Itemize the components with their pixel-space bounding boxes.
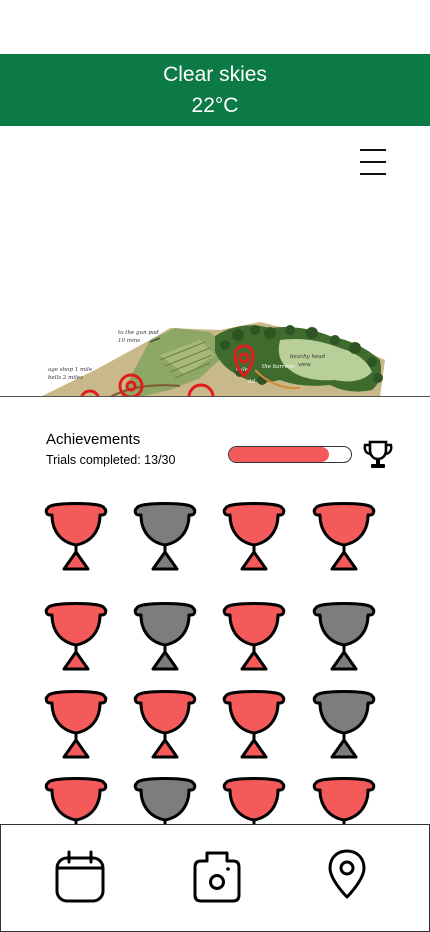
achievement-cup-locked-icon[interactable] <box>310 688 378 762</box>
achievement-cup-earned-icon[interactable] <box>42 775 110 827</box>
menu-line <box>360 161 386 163</box>
achievement-cup-locked-icon[interactable] <box>310 600 378 674</box>
achievement-cup-earned-icon[interactable] <box>220 600 288 674</box>
map-preview[interactable]: to the gun pad 10 mins age shop 1 mile b… <box>0 300 430 397</box>
achievement-cup-earned-icon[interactable] <box>42 600 110 674</box>
map-label: bells 2 miles <box>48 375 83 381</box>
menu-line <box>360 149 386 151</box>
map-label: to the gun pad <box>118 330 159 336</box>
map-label: ild <box>248 379 256 385</box>
weather-temperature: 22°C <box>191 94 239 117</box>
menu-line <box>360 173 386 175</box>
achievements-header: Achievements Trials completed: 13/30 <box>46 430 175 469</box>
trials-completed-text: Trials completed: 13/30 <box>46 453 176 467</box>
achievement-cup-locked-icon[interactable] <box>131 775 199 827</box>
bottom-navigation <box>0 824 430 932</box>
achievement-cup-locked-icon[interactable] <box>131 600 199 674</box>
hamburger-menu-icon[interactable] <box>358 148 388 176</box>
achievement-cup-earned-icon[interactable] <box>220 688 288 762</box>
achievement-cup-earned-icon[interactable] <box>131 688 199 762</box>
achievement-cup-locked-icon[interactable] <box>131 500 199 574</box>
panel-divider <box>0 396 430 397</box>
trophy-icon[interactable] <box>361 438 395 472</box>
achievement-cup-earned-icon[interactable] <box>220 500 288 574</box>
camera-icon[interactable] <box>189 849 245 905</box>
achievement-cup-earned-icon[interactable] <box>220 775 288 827</box>
achievements-grid-scroll[interactable] <box>0 497 430 827</box>
achievement-cup-earned-icon[interactable] <box>310 500 378 574</box>
weather-banner: Clear skies 22°C <box>0 54 430 126</box>
achievement-progress-bar <box>228 446 352 463</box>
map-pin-icon[interactable] <box>319 845 375 901</box>
map-label: beachy head <box>290 354 326 360</box>
map-label: the barrens <box>262 364 295 370</box>
illustrated-map: to the gun pad 10 mins age shop 1 mile b… <box>40 322 385 397</box>
calendar-icon[interactable] <box>53 849 109 905</box>
map-label: 10 mins <box>118 338 140 344</box>
progress-fill <box>229 447 330 462</box>
achievements-title: Achievements <box>46 431 141 448</box>
achievement-cup-earned-icon[interactable] <box>42 688 110 762</box>
map-label: age shop 1 mile <box>48 367 93 373</box>
weather-condition: Clear skies <box>163 63 267 86</box>
achievement-cup-earned-icon[interactable] <box>42 500 110 574</box>
achievement-cup-earned-icon[interactable] <box>310 775 378 827</box>
map-label: view <box>298 362 311 368</box>
